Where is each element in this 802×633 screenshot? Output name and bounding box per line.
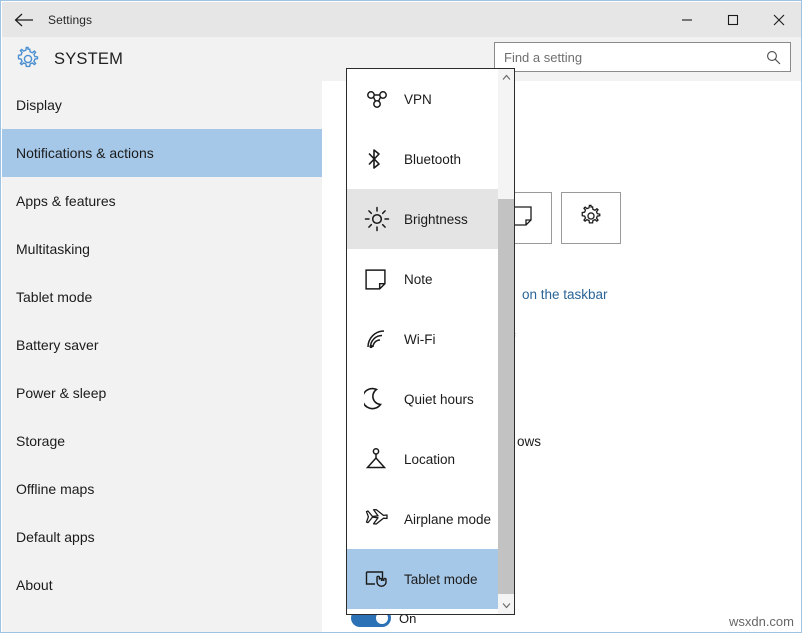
sidebar-nav: Display Notifications & actions Apps & f… [2, 81, 322, 633]
dropdown-item-note[interactable]: Note [347, 249, 499, 309]
sidebar-item-label: Notifications & actions [16, 145, 154, 161]
dropdown-item-quiet-hours[interactable]: Quiet hours [347, 369, 499, 429]
brightness-icon [364, 206, 398, 232]
title-bar: Settings [2, 2, 802, 37]
dropdown-item-label: Note [404, 272, 433, 287]
sidebar-item-power-sleep[interactable]: Power & sleep [2, 369, 322, 417]
sidebar-item-label: Default apps [16, 529, 95, 545]
vpn-icon [364, 88, 398, 110]
window-controls [664, 2, 802, 37]
wifi-icon [364, 327, 398, 351]
sidebar-item-label: Power & sleep [16, 385, 106, 401]
dropdown-item-label: VPN [404, 92, 432, 107]
chevron-up-icon[interactable] [498, 69, 514, 86]
taskbar-link[interactable]: on the taskbar [522, 287, 608, 302]
dropdown-item-label: Brightness [404, 212, 468, 227]
chevron-down-icon[interactable] [498, 597, 514, 614]
sidebar-item-about[interactable]: About [2, 561, 322, 609]
gear-icon [579, 204, 603, 233]
location-icon [364, 447, 398, 471]
maximize-button[interactable] [710, 2, 756, 37]
dropdown-list: VPN Bluetooth [347, 69, 499, 609]
dropdown-item-label: Tablet mode [404, 572, 478, 587]
dropdown-item-brightness[interactable]: Brightness [347, 189, 499, 249]
quick-action-dropdown: VPN Bluetooth [346, 68, 515, 615]
watermark: wsxdn.com [729, 614, 794, 629]
search-icon[interactable] [766, 50, 781, 65]
dropdown-scrollbar[interactable] [498, 69, 514, 614]
settings-window: Settings SYSTEM [0, 0, 802, 633]
moon-icon [364, 387, 398, 411]
sidebar-item-label: Apps & features [16, 193, 116, 209]
sidebar-item-display[interactable]: Display [2, 81, 322, 129]
dropdown-item-label: Wi-Fi [404, 332, 435, 347]
gear-icon [2, 46, 54, 72]
close-button[interactable] [756, 2, 802, 37]
sidebar-item-label: Battery saver [16, 337, 98, 353]
sidebar-item-battery-saver[interactable]: Battery saver [2, 321, 322, 369]
sidebar-item-label: About [16, 577, 53, 593]
bluetooth-icon [364, 147, 398, 171]
search-box[interactable] [494, 42, 791, 72]
window-title: Settings [48, 13, 92, 27]
dropdown-item-tablet-mode[interactable]: Tablet mode [347, 549, 499, 609]
minimize-button[interactable] [664, 2, 710, 37]
sidebar-item-apps-features[interactable]: Apps & features [2, 177, 322, 225]
windows-text: ows [517, 434, 541, 449]
sidebar-item-label: Offline maps [16, 481, 94, 497]
sidebar-item-default-apps[interactable]: Default apps [2, 513, 322, 561]
sidebar-item-storage[interactable]: Storage [2, 417, 322, 465]
sidebar-item-tablet-mode[interactable]: Tablet mode [2, 273, 322, 321]
page-title: SYSTEM [54, 50, 123, 69]
sidebar-item-notifications-actions[interactable]: Notifications & actions [2, 129, 322, 177]
dropdown-item-label: Quiet hours [404, 392, 474, 407]
sidebar-item-offline-maps[interactable]: Offline maps [2, 465, 322, 513]
dropdown-item-location[interactable]: Location [347, 429, 499, 489]
quick-action-tile-settings[interactable] [561, 192, 621, 244]
sidebar-item-label: Multitasking [16, 241, 90, 257]
dropdown-item-label: Bluetooth [404, 152, 461, 167]
sidebar-item-label: Tablet mode [16, 289, 92, 305]
dropdown-item-label: Location [404, 452, 455, 467]
sidebar-item-label: Display [16, 97, 62, 113]
dropdown-item-airplane-mode[interactable]: Airplane mode [347, 489, 499, 549]
airplane-icon [364, 507, 398, 531]
dropdown-item-wifi[interactable]: Wi-Fi [347, 309, 499, 369]
dropdown-item-label: Airplane mode [404, 512, 491, 527]
search-input[interactable] [495, 44, 750, 70]
sidebar-item-label: Storage [16, 433, 65, 449]
back-button[interactable] [2, 2, 46, 37]
scrollbar-thumb[interactable] [498, 199, 514, 594]
dropdown-item-vpn[interactable]: VPN [347, 69, 499, 129]
dropdown-item-bluetooth[interactable]: Bluetooth [347, 129, 499, 189]
note-icon [364, 268, 398, 291]
sidebar-item-multitasking[interactable]: Multitasking [2, 225, 322, 273]
tablet-mode-icon [364, 568, 398, 591]
